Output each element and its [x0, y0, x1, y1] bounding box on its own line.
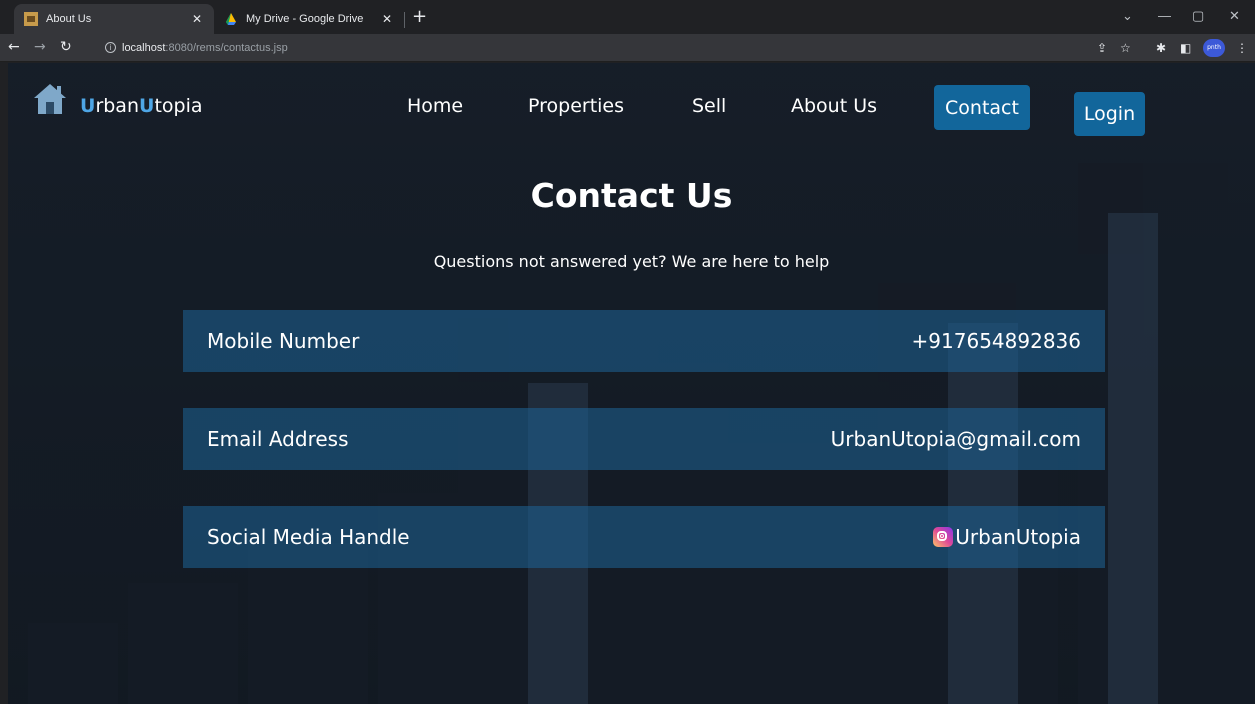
contact-row-email: Email Address UrbanUtopia@gmail.com [183, 408, 1105, 470]
tab-title: About Us [46, 13, 92, 25]
login-button[interactable]: Login [1074, 92, 1145, 136]
url-host: localhost [122, 41, 166, 54]
contact-label: Social Media Handle [207, 525, 410, 549]
new-tab-icon[interactable]: + [412, 8, 427, 26]
instagram-icon [933, 527, 954, 547]
extensions-icon[interactable]: ✱ [1156, 41, 1166, 55]
social-handle: UrbanUtopia [955, 525, 1081, 549]
brand-text: rban [95, 95, 139, 117]
tab-separator [404, 12, 405, 28]
contact-label: Email Address [207, 427, 349, 451]
close-icon[interactable]: ✕ [190, 12, 204, 26]
brand-name: UrbanUtopia [80, 95, 203, 117]
address-bar[interactable]: i localhost:8080/rems/contactus.jsp [95, 36, 1245, 59]
url-path: :8080/rems/contactus.jsp [165, 41, 288, 54]
contact-value: +917654892836 [911, 329, 1081, 353]
house-icon [34, 84, 66, 114]
tab-about-us[interactable]: About Us ✕ [14, 4, 214, 34]
brand-text: topia [154, 95, 203, 117]
page-subtitle: Questions not answered yet? We are here … [433, 252, 830, 271]
nav-properties[interactable]: Properties [528, 95, 624, 117]
nav-sell[interactable]: Sell [692, 95, 726, 117]
bookmark-star-icon[interactable]: ☆ [1120, 41, 1131, 55]
close-icon[interactable]: ✕ [380, 12, 394, 26]
window-close-icon[interactable]: ✕ [1229, 8, 1240, 24]
profile-avatar[interactable]: pnth [1203, 39, 1225, 57]
side-panel-icon[interactable]: ◧ [1180, 41, 1191, 55]
page-viewport: UrbanUtopia Home Properties Sell About U… [8, 63, 1255, 704]
nav-about-us[interactable]: About Us [791, 95, 877, 117]
nav-home[interactable]: Home [407, 95, 463, 117]
contact-value: UrbanUtopia@gmail.com [830, 427, 1081, 451]
brand-letter-u: U [80, 95, 96, 117]
contact-label: Mobile Number [207, 329, 360, 353]
contact-row-social: Social Media Handle UrbanUtopia [183, 506, 1105, 568]
brand-letter-u: U [139, 95, 155, 117]
minimize-icon[interactable]: — [1158, 8, 1171, 23]
page-title: Contact Us [530, 176, 733, 215]
contact-row-mobile: Mobile Number +917654892836 [183, 310, 1105, 372]
nav-contact-button[interactable]: Contact [934, 85, 1030, 130]
tab-google-drive[interactable]: My Drive - Google Drive ✕ [214, 4, 404, 34]
forward-icon[interactable]: → [34, 39, 46, 55]
tab-title: My Drive - Google Drive [246, 13, 364, 25]
share-icon[interactable]: ⇪ [1097, 41, 1107, 55]
restore-icon[interactable]: ▢ [1192, 8, 1204, 24]
reload-icon[interactable]: ↻ [60, 39, 72, 55]
tab-search-icon[interactable]: ⌄ [1122, 8, 1133, 24]
site-logo[interactable]: UrbanUtopia [32, 81, 203, 117]
menu-kebab-icon[interactable]: ⋮ [1236, 41, 1248, 55]
site-favicon-icon [24, 12, 38, 26]
browser-toolbar: ← → ↻ i localhost:8080/rems/contactus.js… [0, 34, 1255, 62]
city-skyline-background [28, 163, 1255, 704]
browser-tabstrip: About Us ✕ My Drive - Google Drive ✕ + ⌄… [0, 0, 1255, 34]
contact-value-social[interactable]: UrbanUtopia [933, 525, 1081, 549]
back-icon[interactable]: ← [8, 39, 20, 55]
google-drive-icon [226, 13, 236, 25]
info-icon[interactable]: i [105, 42, 116, 53]
